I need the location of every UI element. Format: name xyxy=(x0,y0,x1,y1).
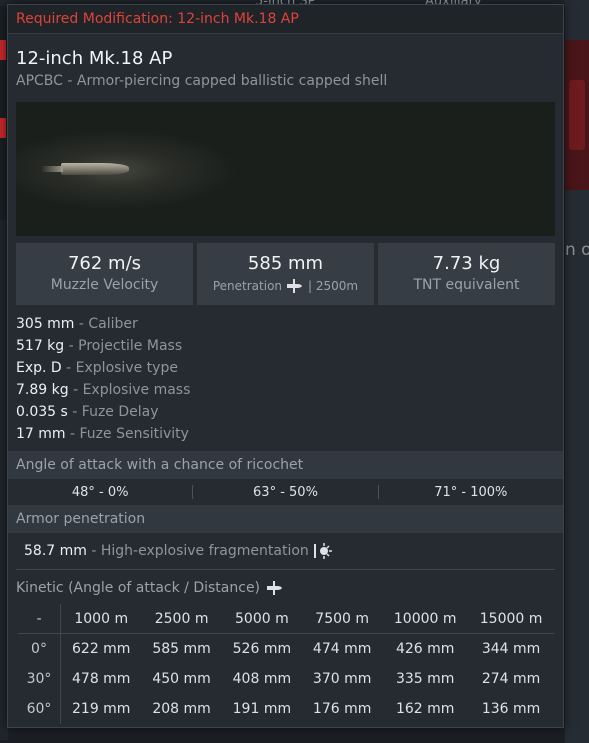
distance-header: 1000 m xyxy=(60,604,142,634)
shell-icon xyxy=(267,581,283,595)
angle-cell: 0° xyxy=(18,633,61,664)
penetration-cell: 274 mm xyxy=(481,671,541,687)
angle-cell: 60° xyxy=(18,694,61,724)
stat-value: 762 m/s xyxy=(67,253,142,274)
background-alert-marker xyxy=(0,40,6,60)
he-label: - High-explosive fragmentation xyxy=(91,543,309,559)
stat-tnt-equivalent: 7.73 kg TNT equivalent xyxy=(378,243,555,305)
distance-header: 10000 m xyxy=(382,604,469,634)
penetration-cell: 370 mm xyxy=(312,671,372,687)
penetration-cell: 208 mm xyxy=(152,701,211,717)
stat-value: 585 mm xyxy=(247,253,324,274)
property-explosive-type: Exp. D - Explosive type xyxy=(16,360,178,376)
ricochet-value: 63° - 50% xyxy=(253,484,318,500)
shell-title: 12-inch Mk.18 AP xyxy=(16,48,173,69)
property-fuze-sensitivity: 17 mm - Fuze Sensitivity xyxy=(16,426,189,442)
penetration-cell: 622 mm xyxy=(72,641,131,657)
kinetic-label: Kinetic (Angle of attack / Distance) xyxy=(16,580,261,596)
penetration-cell: 335 mm xyxy=(395,671,455,687)
table-header-row: - 1000 m 2500 m 5000 m 7500 m 10000 m 15… xyxy=(18,604,554,634)
shell-projectile-image xyxy=(41,163,129,175)
penetration-cell: 474 mm xyxy=(312,641,372,657)
penetration-cell: 136 mm xyxy=(481,701,541,717)
table-corner: - xyxy=(18,604,61,634)
stat-suffix: | 2500m xyxy=(308,279,359,293)
stat-value: 7.73 kg xyxy=(432,253,501,274)
property-fuze-delay: 0.035 s - Fuze Delay xyxy=(16,404,159,420)
background-module-icon xyxy=(565,40,589,190)
property-explosive-mass: 7.89 kg - Explosive mass xyxy=(16,382,191,398)
stat-label: Muzzle Velocity xyxy=(50,277,159,293)
background-text: n of xyxy=(565,240,589,260)
penetration-cell: 219 mm xyxy=(72,701,131,717)
distance-header: 5000 m xyxy=(221,604,303,634)
penetration-cell: 176 mm xyxy=(312,701,372,717)
explosion-icon xyxy=(314,543,333,559)
shell-preview-image xyxy=(16,102,555,236)
stat-label: TNT equivalent xyxy=(413,277,520,293)
penetration-cell: 526 mm xyxy=(232,641,292,657)
property-caliber: 305 mm - Caliber xyxy=(16,316,138,332)
penetration-cell: 191 mm xyxy=(232,701,292,717)
ricochet-value: 71° - 100% xyxy=(434,484,508,500)
stat-label: Penetration xyxy=(212,279,283,293)
penetration-cell: 344 mm xyxy=(481,641,541,657)
stat-penetration: 585 mm Penetration | 2500m xyxy=(197,243,374,305)
table-row: 30° 478 mm 450 mm 408 mm 370 mm 335 mm 2… xyxy=(18,664,554,694)
ricochet-values: 48° - 0% 63° - 50% 71° - 100% xyxy=(8,479,563,505)
penetration-cell: 426 mm xyxy=(395,641,455,657)
properties-list: 305 mm - Caliber 517 kg - Projectile Mas… xyxy=(16,313,563,445)
table-row: 0° 622 mm 585 mm 526 mm 474 mm 426 mm 34… xyxy=(18,633,554,664)
table-row: 60° 219 mm 208 mm 191 mm 176 mm 162 mm 1… xyxy=(18,694,554,724)
required-modification-text: Required Modification: 12-inch Mk.18 AP xyxy=(16,11,299,27)
property-projectile-mass: 517 kg - Projectile Mass xyxy=(16,338,183,354)
required-modification-bar: Required Modification: 12-inch Mk.18 AP xyxy=(8,5,563,34)
penetration-cell: 162 mm xyxy=(395,701,455,717)
distance-header: 15000 m xyxy=(468,604,554,634)
penetration-cell: 585 mm xyxy=(152,641,211,657)
armor-section-header: Armor penetration xyxy=(8,505,563,533)
background-alert-marker xyxy=(0,118,6,138)
stat-muzzle-velocity: 762 m/s Muzzle Velocity xyxy=(16,243,193,305)
distance-header: 7500 m xyxy=(302,604,383,634)
ammo-tooltip: Required Modification: 12-inch Mk.18 AP … xyxy=(7,4,564,728)
angle-cell: 30° xyxy=(18,664,61,694)
ricochet-section-header: Angle of attack with a chance of ricoche… xyxy=(8,451,563,479)
stats-row: 762 m/s Muzzle Velocity 585 mm Penetrati… xyxy=(16,243,555,305)
penetration-cell: 408 mm xyxy=(232,671,292,687)
penetration-cell: 478 mm xyxy=(72,671,131,687)
he-fragmentation-row: 58.7 mm - High-explosive fragmentation xyxy=(16,533,555,570)
penetration-cell: 450 mm xyxy=(152,671,211,687)
penetration-table: - 1000 m 2500 m 5000 m 7500 m 10000 m 15… xyxy=(18,604,554,724)
background-right-panel xyxy=(565,0,589,743)
he-value: 58.7 mm xyxy=(24,543,87,559)
shell-subtitle: APCBC - Armor-piercing capped ballistic … xyxy=(16,73,388,89)
shell-penetration-icon xyxy=(287,279,303,293)
distance-header: 2500 m xyxy=(141,604,222,634)
ricochet-value: 48° - 0% xyxy=(71,484,129,500)
